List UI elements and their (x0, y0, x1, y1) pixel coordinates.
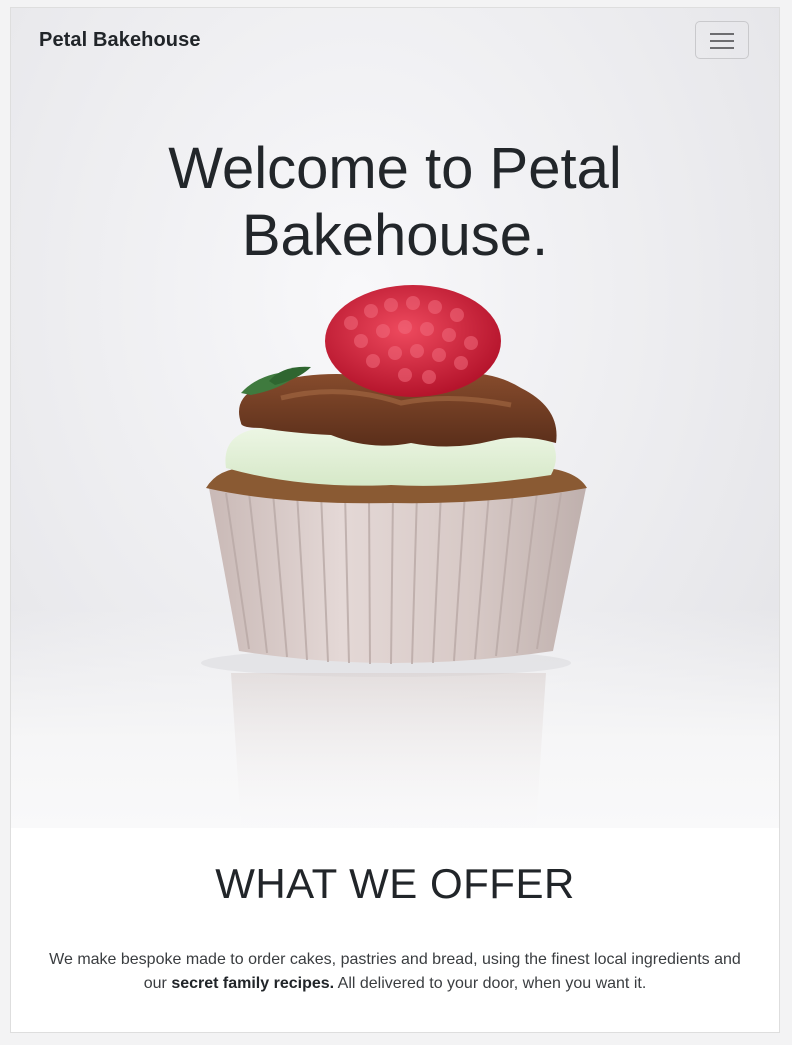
offer-description: We make bespoke made to order cakes, pas… (37, 948, 753, 996)
brand-link[interactable]: Petal Bakehouse (39, 29, 201, 52)
hamburger-menu-icon (710, 33, 734, 35)
hamburger-menu-icon (710, 47, 734, 49)
menu-toggle-button[interactable] (695, 21, 749, 59)
offer-text-end: All delivered to your door, when you wan… (334, 975, 647, 992)
hamburger-menu-icon (710, 40, 734, 42)
offer-heading: WHAT WE OFFER (215, 860, 575, 907)
cupcake-image (201, 285, 587, 828)
hero-title: Welcome to Petal Bakehouse. (168, 136, 622, 268)
hero-section: Petal Bakehouse Welcome to Petal Bakehou… (11, 8, 779, 828)
navbar: Petal Bakehouse (11, 8, 779, 74)
offer-text-bold: secret family recipes. (171, 975, 335, 992)
page-frame: Petal Bakehouse Welcome to Petal Bakehou… (10, 7, 780, 1033)
